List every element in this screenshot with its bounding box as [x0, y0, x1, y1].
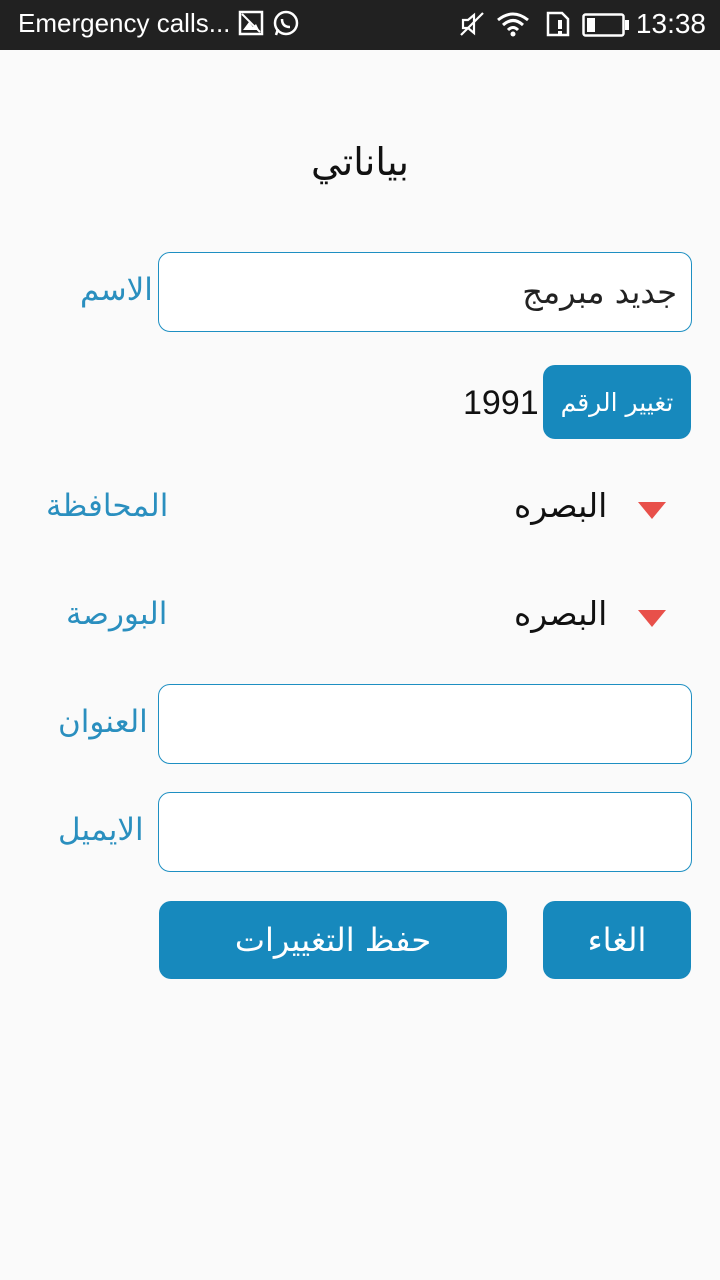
- page-title: بياناتي: [310, 140, 410, 184]
- change-number-button[interactable]: تغيير الرقم: [543, 365, 691, 439]
- dropdown-arrow-icon: [638, 610, 666, 627]
- name-field[interactable]: [158, 252, 692, 332]
- governorate-value: البصره: [514, 486, 608, 525]
- image-notification-icon: [238, 10, 264, 40]
- email-field[interactable]: [158, 792, 692, 872]
- save-button[interactable]: حفظ التغييرات: [159, 901, 507, 979]
- notification-text: Emergency calls...: [18, 8, 231, 38]
- sim-alert-icon: [544, 10, 572, 42]
- exchange-dropdown[interactable]: البصره: [500, 590, 680, 642]
- exchange-value: البصره: [514, 594, 608, 633]
- cancel-button[interactable]: الغاء: [543, 901, 691, 979]
- name-label: الاسم: [80, 272, 153, 308]
- address-label: العنوان: [58, 704, 148, 740]
- address-field[interactable]: [158, 684, 692, 764]
- whatsapp-icon: [272, 10, 300, 42]
- dropdown-arrow-icon: [638, 502, 666, 519]
- governorate-label: المحافظة: [46, 488, 169, 524]
- clock: 13:38: [635, 8, 706, 39]
- exchange-label: البورصة: [66, 596, 168, 632]
- battery-icon: [582, 13, 630, 41]
- governorate-dropdown[interactable]: البصره: [500, 482, 680, 534]
- number-value: 1991: [463, 384, 539, 422]
- wifi-icon: [496, 10, 530, 42]
- status-bar: Emergency calls... 13:38: [0, 0, 720, 50]
- email-label: الايميل: [58, 812, 144, 848]
- mute-icon: [458, 10, 486, 42]
